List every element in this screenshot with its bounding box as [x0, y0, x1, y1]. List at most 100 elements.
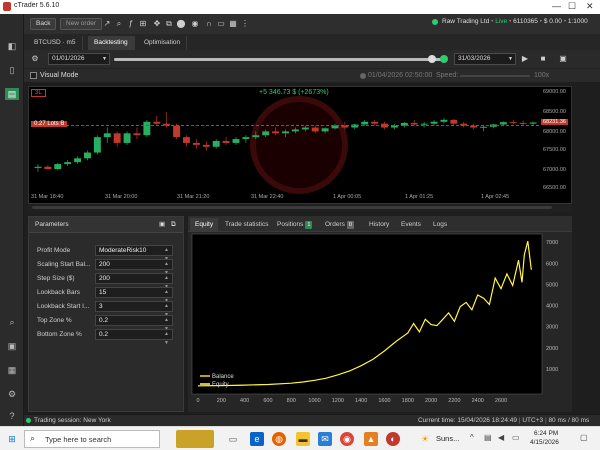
app-icon[interactable]: ▲ — [364, 432, 378, 446]
progress-end-handle[interactable] — [440, 55, 448, 63]
progress-fill — [114, 58, 444, 61]
layouts-icon[interactable]: ▣ — [5, 340, 19, 352]
tab-positions[interactable]: Positions 1 — [272, 218, 317, 232]
x-tick-label: 2000 — [425, 398, 437, 404]
parameter-value-field[interactable]: 0.2▲▼ — [95, 315, 173, 332]
play-icon[interactable]: ▶ — [520, 53, 530, 65]
tab-logs[interactable]: Logs — [428, 218, 452, 232]
minimize-icon[interactable]: — — [552, 1, 561, 11]
template-icon[interactable]: ▭ — [216, 18, 226, 30]
stop-icon[interactable]: ■ — [538, 53, 548, 65]
tab-symbol[interactable]: BTCUSD · m5 — [28, 36, 83, 50]
settings-gear-icon[interactable]: ⚙ — [5, 388, 19, 400]
account-id: 6110365 — [513, 18, 538, 25]
trade-icon[interactable]: ◧ — [5, 40, 19, 52]
edge-icon[interactable]: e — [250, 432, 264, 446]
chart-scrollbar[interactable] — [28, 204, 572, 212]
tray-chevron-icon[interactable]: ^ — [470, 433, 474, 442]
ctrader-taskbar-icon[interactable]: ◐ — [386, 432, 400, 446]
maximize-icon[interactable]: ☐ — [568, 1, 576, 12]
timeframe-icon[interactable]: ⊞ — [138, 18, 148, 30]
latency: 80 ms / 80 ms — [548, 417, 590, 424]
chrome-icon[interactable]: ◉ — [340, 432, 354, 446]
magnet-icon[interactable]: ∩ — [204, 18, 214, 30]
account-info[interactable]: Raw Trading Ltd • Live • 6110365 • $ 0.0… — [442, 18, 588, 25]
search-highlight-image[interactable] — [176, 430, 214, 448]
parameter-value-field[interactable]: 0.2▲▼ — [95, 329, 173, 346]
settings-gear-icon[interactable]: ⚙ — [30, 53, 40, 65]
stepper-icon[interactable]: ▲▼ — [164, 330, 169, 348]
trend-line-icon[interactable]: ↗ — [102, 18, 112, 30]
y-tick-label: 4000 — [546, 304, 558, 310]
tab-history[interactable]: History — [364, 218, 394, 232]
parameter-row: Lookback Bars 15▲▼ — [37, 287, 177, 304]
candle-body — [34, 166, 42, 168]
parameters-title: Parameters — [35, 221, 69, 228]
parameter-row: Lookback Start I... 3▲▼ — [37, 301, 177, 318]
tab-events[interactable]: Events — [396, 218, 426, 232]
scrollbar-thumb[interactable] — [32, 206, 552, 209]
news-icon[interactable]: ▦ — [5, 364, 19, 376]
progress-track[interactable] — [114, 58, 444, 61]
network-icon[interactable]: ▤ — [484, 433, 492, 442]
tab-optimisation[interactable]: Optimisation — [138, 36, 188, 50]
save-icon[interactable]: ▣ — [159, 217, 165, 233]
x-tick-label: 0 — [196, 398, 199, 404]
tab-trade-statistics[interactable]: Trade statistics — [220, 218, 273, 232]
speed-slider[interactable] — [460, 75, 530, 77]
progress-handle[interactable] — [428, 55, 436, 63]
indicator-icon[interactable]: ƒ — [126, 18, 136, 30]
expand-icon[interactable]: ⧉ — [171, 217, 176, 233]
candle-body — [212, 141, 220, 147]
parameter-value-field[interactable]: 200▲▼ — [95, 273, 173, 290]
algo-icon[interactable]: ▤ — [5, 88, 19, 100]
clock-time[interactable]: 6:24 PM — [534, 430, 558, 437]
account-name: Raw Trading Ltd — [442, 18, 490, 25]
chart-type-icon[interactable]: ⧉ — [164, 18, 174, 30]
close-icon[interactable]: ✕ — [586, 1, 594, 12]
outlook-icon[interactable]: ✉ — [318, 432, 332, 446]
notifications-icon[interactable]: ▢ — [580, 433, 588, 442]
help-icon[interactable]: ? — [5, 410, 19, 422]
grid-icon[interactable]: ▦ — [228, 18, 238, 30]
taskbar-search-box[interactable]: ⌕ Type here to search — [24, 430, 160, 448]
parameter-value-field[interactable]: 15▲▼ — [95, 287, 173, 304]
position-line — [31, 125, 539, 126]
volume-icon[interactable]: ◀ — [498, 433, 504, 442]
visibility-icon[interactable]: ◉ — [190, 18, 200, 30]
x-tick-label: 1600 — [378, 398, 390, 404]
more-icon[interactable]: ⋮ — [240, 18, 250, 30]
candle-body — [529, 122, 537, 124]
ctrader-logo-icon — [3, 2, 11, 11]
candle-body — [371, 121, 379, 124]
back-button[interactable]: Back — [30, 18, 57, 30]
tab-backtesting[interactable]: Backtesting — [88, 36, 135, 50]
end-date-field[interactable]: 31/03/2026 ▼ — [454, 53, 516, 65]
task-view-icon[interactable]: ▭ — [226, 432, 240, 446]
crosshair-icon[interactable]: ✥ — [152, 18, 162, 30]
candle-body — [252, 135, 260, 138]
weather-label[interactable]: Suns... — [436, 434, 459, 443]
windows-start-icon[interactable]: ⊞ — [5, 432, 19, 446]
current-time-value: 15/04/2026 18:24:49 — [457, 417, 518, 424]
candle-body — [153, 121, 161, 124]
start-date-field[interactable]: 01/01/2026 ▼ — [48, 53, 110, 65]
symbol-search-icon[interactable]: ⌕ — [114, 18, 124, 30]
parameter-value-field[interactable]: 200▲▼ — [95, 259, 173, 276]
file-explorer-icon[interactable]: ▬ — [296, 432, 310, 446]
tab-equity[interactable]: Equity — [190, 218, 219, 232]
battery-icon[interactable]: ▭ — [512, 433, 520, 442]
status-bar: Trading session: New York Current time: … — [24, 414, 600, 426]
clock-date[interactable]: 4/15/2026 — [530, 439, 559, 446]
price-chart[interactable]: 3L +5 346.73 $ (+2673%) 0.27 Lots B 6823… — [28, 86, 572, 204]
zoom-icon[interactable]: ⌕ — [5, 316, 19, 328]
export-icon[interactable]: ▣ — [558, 53, 568, 65]
parameter-value-field[interactable]: 3▲▼ — [95, 301, 173, 318]
visual-mode-checkbox[interactable] — [30, 72, 37, 79]
parameter-value-field[interactable]: ModerateRisk10▲▼ — [95, 245, 173, 262]
cbot-icon[interactable]: ⬤ — [176, 18, 186, 30]
tab-orders[interactable]: Orders 0 — [320, 218, 359, 232]
new-order-button[interactable]: New order — [60, 18, 102, 30]
firefox-icon[interactable]: ◍ — [272, 432, 286, 446]
copy-icon[interactable]: ▯ — [5, 64, 19, 76]
